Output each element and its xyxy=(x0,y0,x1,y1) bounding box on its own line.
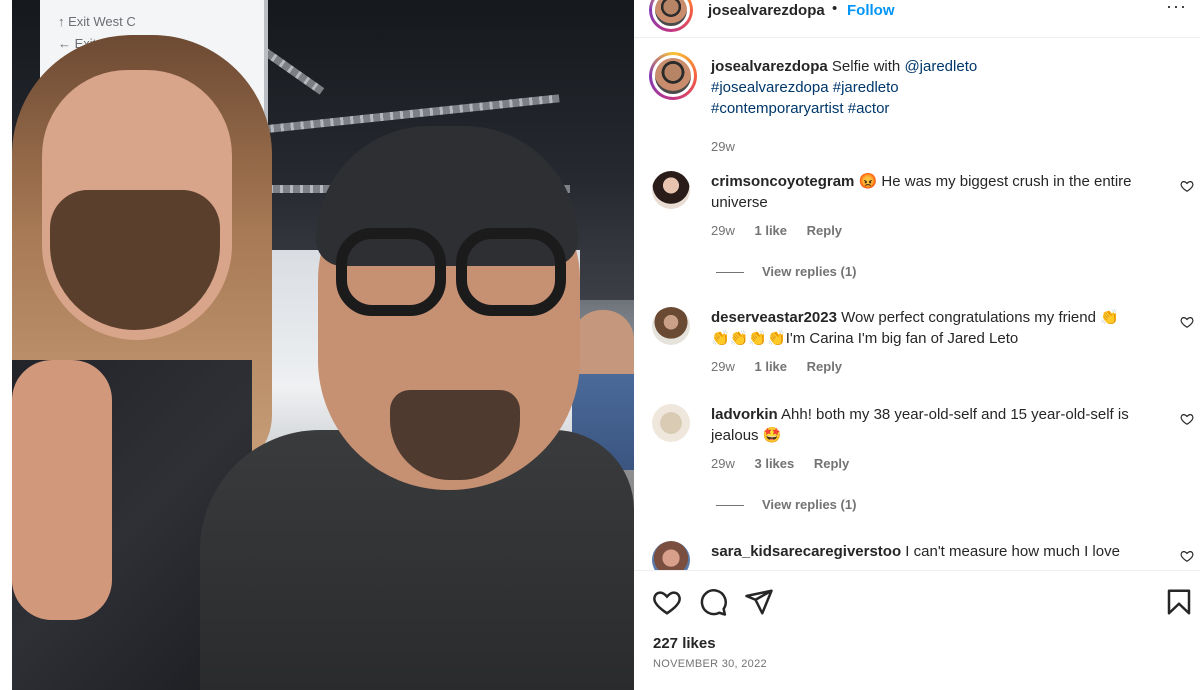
comment-username[interactable]: sara_kidsarecaregiverstoo xyxy=(711,543,901,560)
comment-username[interactable]: ladvorkin xyxy=(711,406,778,423)
author-avatar[interactable] xyxy=(649,52,697,100)
exit-sign-line: ↑ Exit West C xyxy=(58,14,136,29)
caption-text: josealvarezdopa Selfie with @jaredleto #… xyxy=(711,56,1181,119)
post-date: NOVEMBER 30, 2022 xyxy=(653,658,767,670)
post-actions: 227 likes NOVEMBER 30, 2022 xyxy=(634,570,1200,690)
comment-text: crimsoncoyotegram 😡 He was my biggest cr… xyxy=(711,171,1171,213)
commenter-avatar[interactable] xyxy=(652,171,690,209)
author-username[interactable]: josealvarezdopa xyxy=(708,2,825,19)
post-header: josealvarezdopa • Follow ··· xyxy=(634,0,1200,38)
commenter-avatar[interactable] xyxy=(652,541,690,570)
comment-text: sara_kidsarecaregiverstoo I can't measur… xyxy=(711,541,1171,562)
commenter-avatar[interactable] xyxy=(652,307,690,345)
photo-edge xyxy=(0,0,12,690)
view-replies-label: View replies (1) xyxy=(762,264,857,279)
reply-button[interactable]: Reply xyxy=(807,359,842,374)
comment-username[interactable]: crimsoncoyotegram xyxy=(711,173,854,190)
comment-body: universe xyxy=(711,194,768,211)
comment-likes[interactable]: 3 likes xyxy=(754,456,794,471)
view-replies-label: View replies (1) xyxy=(762,497,857,512)
heart-icon[interactable] xyxy=(652,587,682,617)
caption-mention[interactable]: @jaredleto xyxy=(904,58,977,75)
comment-text: ladvorkin Ahh! both my 38 year-old-self … xyxy=(711,404,1171,446)
comment-age: 29w xyxy=(711,223,735,238)
comment-likes[interactable]: 1 like xyxy=(754,223,787,238)
comment-body: 😡 He was my biggest crush in the entire xyxy=(858,173,1132,190)
comment-body: jealous 🤩 xyxy=(711,427,782,444)
separator-dot: • xyxy=(832,0,838,17)
author-avatar[interactable] xyxy=(649,0,693,32)
comment-body: Ahh! both my 38 year-old-self and 15 yea… xyxy=(781,406,1129,423)
reply-button[interactable]: Reply xyxy=(807,223,842,238)
comment-age: 29w xyxy=(711,359,735,374)
caption-body: Selfie with xyxy=(831,58,901,75)
comment-meta: 29w 1 like Reply xyxy=(711,359,842,374)
send-icon[interactable] xyxy=(744,587,774,617)
comment-meta: 29w 1 like Reply xyxy=(711,223,842,238)
post-side-panel: josealvarezdopa • Follow ··· josealvarez… xyxy=(634,0,1200,690)
post-photo[interactable]: ↑ Exit West C ← Exit East C xyxy=(0,0,634,690)
follow-button[interactable]: Follow xyxy=(847,2,895,19)
comment-body: I can't measure how much I love xyxy=(905,543,1120,560)
comment-icon[interactable] xyxy=(698,587,728,617)
likes-count[interactable]: 227 likes xyxy=(653,635,716,652)
caption-age: 29w xyxy=(711,139,735,154)
view-replies-button[interactable]: View replies (1) xyxy=(716,497,856,512)
bookmark-icon[interactable] xyxy=(1164,587,1194,617)
comment-username[interactable]: deserveastar2023 xyxy=(711,309,837,326)
comments-scroll-area[interactable]: josealvarezdopa Selfie with @jaredleto #… xyxy=(634,38,1200,570)
comment-body: 👏👏👏👏I'm Carina I'm big fan of Jared Leto xyxy=(711,330,1019,347)
glasses-right-lens xyxy=(456,228,566,316)
comment-text: deserveastar2023 Wow perfect congratulat… xyxy=(711,307,1171,349)
comment-meta: 29w 3 likes Reply xyxy=(711,456,849,471)
comment-body: Wow perfect congratulations my friend 👏 xyxy=(841,309,1119,326)
view-replies-button[interactable]: View replies (1) xyxy=(716,264,856,279)
caption-hashtags[interactable]: #contemporaryartist #actor xyxy=(711,100,889,117)
small-heart-icon[interactable] xyxy=(1180,412,1194,426)
comment-likes[interactable]: 1 like xyxy=(754,359,787,374)
comment-age: 29w xyxy=(711,456,735,471)
reply-button[interactable]: Reply xyxy=(814,456,849,471)
replies-divider xyxy=(716,505,744,507)
caption-username[interactable]: josealvarezdopa xyxy=(711,58,828,75)
small-heart-icon[interactable] xyxy=(1180,549,1194,563)
more-options-button[interactable]: ··· xyxy=(1166,0,1187,17)
replies-divider xyxy=(716,272,744,274)
small-heart-icon[interactable] xyxy=(1180,179,1194,193)
caption-hashtags[interactable]: #josealvarezdopa #jaredleto xyxy=(711,79,899,96)
small-heart-icon[interactable] xyxy=(1180,315,1194,329)
glasses-left-lens xyxy=(336,228,446,316)
commenter-avatar[interactable] xyxy=(652,404,690,442)
thumbs-up-hand xyxy=(12,360,112,620)
